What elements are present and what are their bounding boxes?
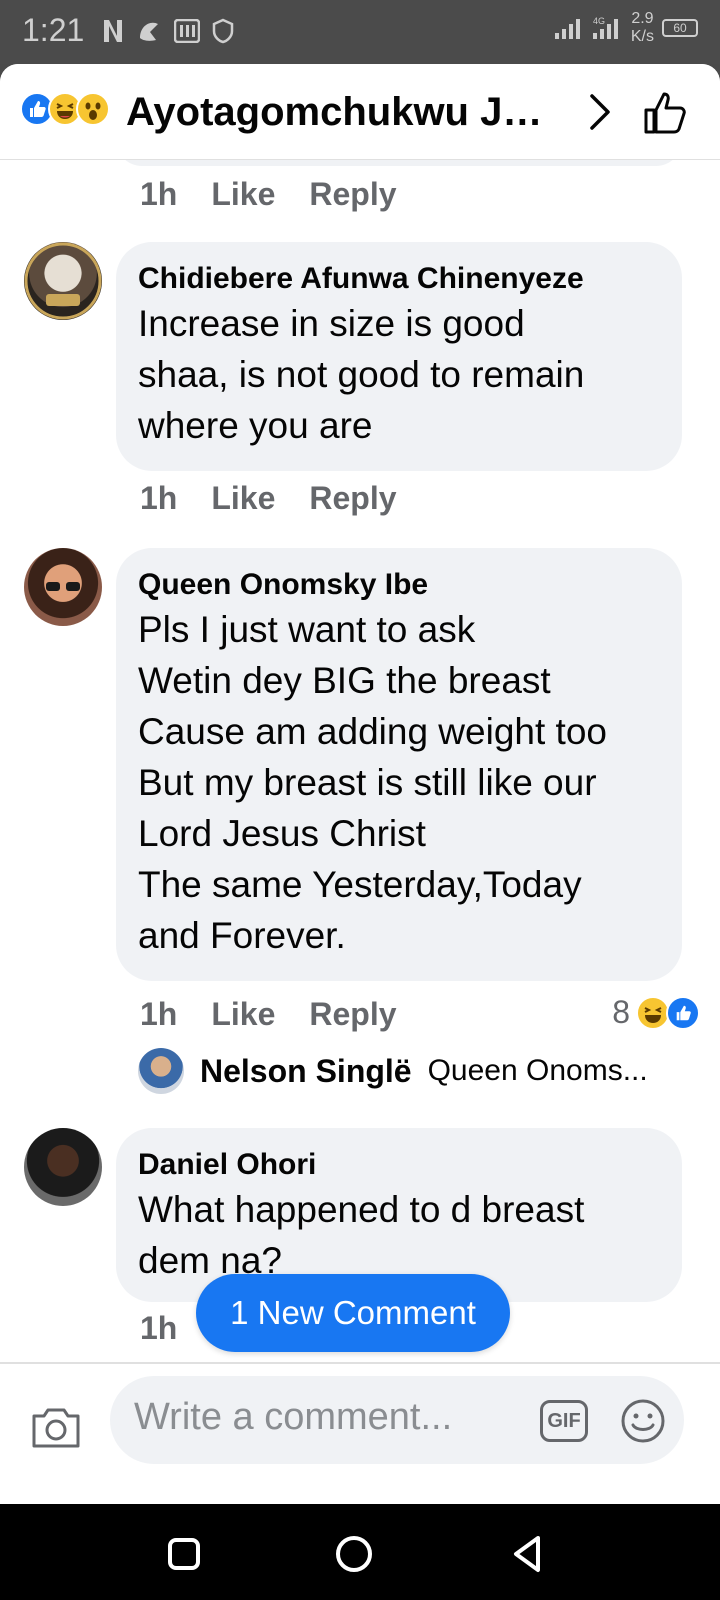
like-reaction-icon	[666, 995, 700, 1030]
comment-actions: 1h	[140, 1310, 177, 1347]
comment-composer: Write a comment... GIF	[0, 1362, 720, 1474]
pdf-icon	[174, 19, 200, 43]
comment-text: Increase in size is good shaa, is not go…	[138, 303, 585, 446]
reaction-count: 8	[612, 994, 630, 1030]
like-button[interactable]: Like	[211, 480, 275, 517]
reply-preview[interactable]: Nelson Singlë Queen Onoms...	[138, 1048, 698, 1094]
shield-icon	[212, 18, 234, 44]
avatar-badge	[24, 242, 102, 320]
system-nav-bar	[0, 1504, 720, 1600]
signal-icon	[554, 19, 580, 39]
reply-button[interactable]: Reply	[309, 176, 396, 213]
recents-icon[interactable]	[164, 1534, 204, 1574]
speed-value: 2.9	[631, 10, 654, 27]
back-icon[interactable]	[508, 1534, 548, 1574]
comment-bubble[interactable]: Queen Onomsky Ibe Pls I just want to ask…	[116, 548, 682, 981]
comments-sheet: Ayotagomchukwu Jo... 1h Like Reply Chidi…	[0, 64, 720, 1504]
chevron-right-icon[interactable]	[580, 90, 620, 134]
reply-author[interactable]: Nelson Singlë	[200, 1053, 412, 1090]
emoji-icon[interactable]	[620, 1398, 666, 1444]
reaction-summary[interactable]	[20, 92, 110, 126]
avatar[interactable]	[24, 548, 102, 626]
comment-author[interactable]: Chidiebere Afunwa Chinenyeze	[138, 260, 660, 298]
network-speed: 2.9 K/s	[631, 10, 654, 46]
haha-reaction-icon	[636, 995, 670, 1030]
speed-unit: K/s	[630, 28, 654, 45]
previous-comment-bubble	[116, 160, 682, 166]
comments-header: Ayotagomchukwu Jo...	[0, 64, 720, 160]
previous-comment-actions: 1h Like Reply	[140, 176, 397, 213]
comment-time: 1h	[140, 996, 178, 1032]
avatar[interactable]	[24, 1128, 102, 1206]
comment-input[interactable]: Write a comment... GIF	[110, 1376, 684, 1464]
home-icon[interactable]	[334, 1534, 374, 1574]
reply-button[interactable]: Reply	[309, 996, 396, 1033]
like-button[interactable]: Like	[211, 176, 275, 213]
status-time: 1:21	[22, 12, 85, 48]
avatar-sunglasses	[46, 582, 80, 591]
wow-reaction-icon	[76, 92, 110, 126]
reaction-icons	[636, 995, 700, 1030]
app-notification-icon	[140, 22, 158, 41]
comment-text: Pls I just want to ask Wetin dey BIG the…	[138, 609, 607, 956]
reply-button[interactable]: Reply	[309, 480, 396, 517]
battery-icon: 60	[662, 19, 698, 37]
comment-time: 1h	[140, 176, 178, 212]
comment-author[interactable]: Queen Onomsky Ibe	[138, 566, 660, 604]
comment-time: 1h	[140, 480, 178, 516]
comment-actions: 1h Like Reply	[140, 996, 397, 1033]
comment-text: What happened to d breast dem na?	[138, 1189, 585, 1281]
comments-feed[interactable]: 1h Like Reply Chidiebere Afunwa Chinenye…	[0, 160, 720, 1460]
comment-bubble[interactable]: Chidiebere Afunwa Chinenyeze Increase in…	[116, 242, 682, 471]
status-bar: 1:21 4G 2.9 K/s 60	[0, 0, 720, 64]
status-notification-icons	[102, 18, 234, 44]
comment-author[interactable]: Daniel Ohori	[138, 1146, 660, 1184]
camera-icon[interactable]	[30, 1402, 82, 1450]
comment-time: 1h	[140, 1310, 178, 1346]
gif-button[interactable]: GIF	[540, 1400, 588, 1442]
signal-4g-icon: 4G	[592, 16, 618, 39]
post-author-title[interactable]: Ayotagomchukwu Jo...	[126, 90, 556, 135]
comment-actions: 1h Like Reply	[140, 480, 397, 517]
svg-text:4G: 4G	[593, 16, 605, 26]
netflix-icon	[104, 20, 122, 42]
like-button[interactable]: Like	[211, 996, 275, 1033]
reply-text-preview: Queen Onoms...	[427, 1054, 648, 1087]
comment-reaction-count[interactable]: 8	[612, 994, 700, 1031]
avatar[interactable]	[24, 242, 102, 320]
avatar[interactable]	[138, 1048, 184, 1094]
comment-input-placeholder: Write a comment...	[134, 1396, 453, 1438]
status-system-icons: 4G 2.9 K/s 60	[554, 10, 698, 46]
new-comment-button[interactable]: 1 New Comment	[196, 1274, 510, 1352]
thumbs-up-icon[interactable]	[640, 88, 690, 138]
